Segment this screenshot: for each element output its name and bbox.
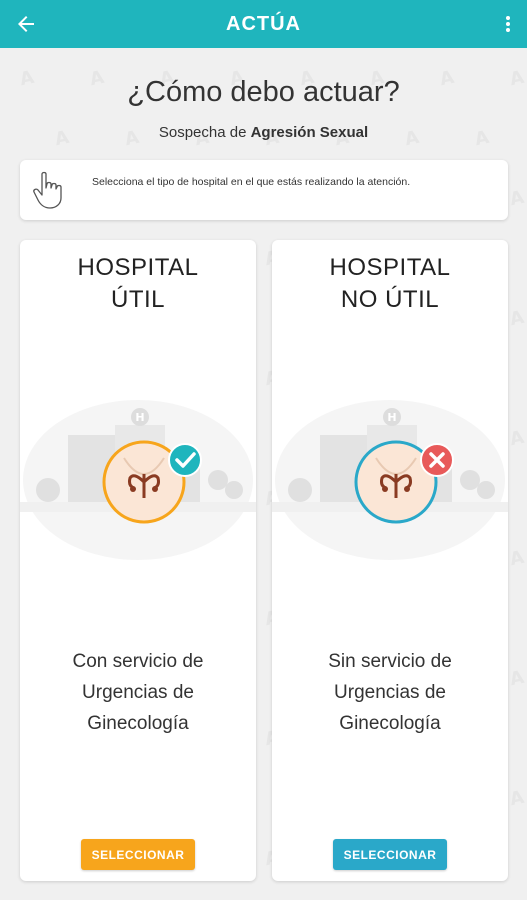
card-title-line2: NO ÚTIL (340, 286, 440, 313)
more-vert-icon[interactable] (503, 12, 513, 36)
select-button[interactable]: SELECCIONAR (81, 839, 195, 870)
pointing-hand-icon (33, 171, 62, 209)
hospital-no-util-card[interactable]: HOSPITAL NO ÚTIL H Sin servicio de Urgen… (272, 240, 508, 881)
desc-line1: Sin servicio de (328, 651, 452, 672)
desc-line3: Ginecología (339, 713, 441, 734)
check-icon (168, 443, 202, 477)
pattern-glyph: A (507, 306, 526, 331)
svg-text:H: H (135, 411, 144, 424)
card-title-line1: HOSPITAL (329, 254, 451, 281)
pattern-glyph: A (507, 666, 526, 691)
pattern-glyph: A (507, 426, 526, 451)
desc-line3: Ginecología (87, 713, 189, 734)
page-subtitle: Sospecha de Agresión Sexual (0, 124, 527, 141)
card-description: Con servicio de Urgencias de Ginecología (20, 646, 256, 739)
page-title: ¿Cómo debo actuar? (127, 76, 400, 108)
pattern-glyph: A (507, 546, 526, 571)
subtitle-prefix: Sospecha de (158, 124, 251, 141)
instruction-text: Selecciona el tipo de hospital en el que… (92, 176, 411, 188)
svg-text:H: H (387, 411, 396, 424)
subtitle-bold: Agresión Sexual (250, 124, 369, 141)
card-title-line2: ÚTIL (110, 286, 165, 313)
select-button[interactable]: SELECCIONAR (333, 839, 447, 870)
desc-line2: Urgencias de (82, 682, 194, 703)
instruction-box: Selecciona el tipo de hospital en el que… (20, 160, 508, 220)
card-title: HOSPITAL ÚTIL (20, 252, 256, 316)
arrow-left-icon[interactable] (14, 12, 38, 36)
hospital-illustration: H (272, 400, 508, 560)
app-bar: ACTÚA (0, 0, 527, 48)
pattern-glyph: A (507, 186, 526, 211)
hospital-illustration: H (20, 400, 256, 560)
card-description: Sin servicio de Urgencias de Ginecología (272, 646, 508, 739)
desc-line1: Con servicio de (72, 651, 204, 672)
pattern-glyph: A (507, 786, 526, 811)
card-title: HOSPITAL NO ÚTIL (272, 252, 508, 316)
app-title: ACTÚA (226, 12, 301, 35)
hospital-util-card[interactable]: HOSPITAL ÚTIL H Con servicio de Urgencia… (20, 240, 256, 881)
desc-line2: Urgencias de (334, 682, 446, 703)
card-title-line1: HOSPITAL (77, 254, 199, 281)
cross-icon (420, 443, 454, 477)
